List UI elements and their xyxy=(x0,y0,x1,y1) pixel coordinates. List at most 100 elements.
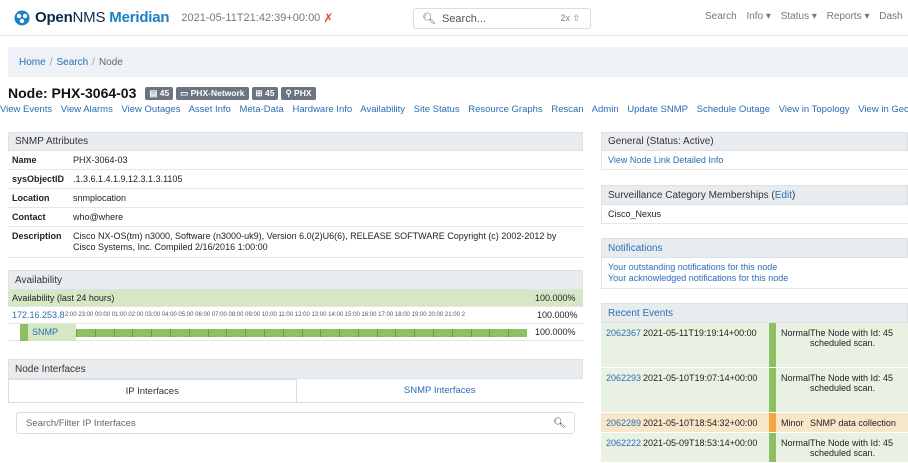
timeline-tick xyxy=(357,328,359,337)
notifications-body: Your outstanding notifications for this … xyxy=(601,258,908,289)
link-outstanding-notifications[interactable]: Your outstanding notifications for this … xyxy=(608,262,777,272)
nav-reports[interactable]: Reports ▾ xyxy=(827,11,870,22)
link-availability[interactable]: Availability xyxy=(360,104,405,115)
timeline-tick xyxy=(395,328,397,337)
search-shortcut-hint: 2x ⇧ xyxy=(560,13,580,23)
link-schedule-outage[interactable]: Schedule Outage xyxy=(697,104,770,115)
table-row: Location snmplocation xyxy=(8,188,583,208)
link-view-events[interactable]: View Events xyxy=(0,104,52,115)
event-severity: Normal xyxy=(769,368,810,412)
timeline-tick xyxy=(301,328,303,337)
timeline-tick xyxy=(169,328,171,337)
breadcrumb-home[interactable]: Home xyxy=(19,57,46,68)
event-row: 2062367 2021-05-11T19:19:14+00:00 Normal… xyxy=(601,323,908,368)
notifications-heading[interactable]: Notifications xyxy=(601,238,908,258)
event-time: 2021-05-10T18:54:32+00:00 xyxy=(643,418,758,428)
link-asset-info[interactable]: Asset Info xyxy=(189,104,231,115)
timeline-tick xyxy=(320,328,322,337)
recent-events-list: 2062367 2021-05-11T19:19:14+00:00 Normal… xyxy=(601,323,908,463)
link-admin[interactable]: Admin xyxy=(592,104,619,115)
opennms-logo-icon xyxy=(14,10,30,25)
timeline-tick xyxy=(376,328,378,337)
main-nav: Search Info ▾ Status ▾ Reports ▾ Dash xyxy=(705,11,908,22)
link-node-detailed-info[interactable]: View Node Link Detailed Info xyxy=(608,155,723,165)
event-id-link[interactable]: 2062222 xyxy=(601,433,643,462)
event-id-link[interactable]: 2062293 xyxy=(601,368,643,412)
nav-info[interactable]: Info ▾ xyxy=(746,11,770,22)
link-hardware-info[interactable]: Hardware Info xyxy=(292,104,352,115)
nav-status[interactable]: Status ▾ xyxy=(781,11,817,22)
right-column: General (Status: Active) View Node Link … xyxy=(601,132,908,463)
server-datetime: 2021-05-11T21:42:39+00:00 xyxy=(181,11,321,24)
event-severity: Normal xyxy=(769,323,810,367)
event-id-link[interactable]: 2062367 xyxy=(601,323,643,367)
service-snmp-link[interactable]: SNMP xyxy=(28,323,76,341)
node-interfaces-heading: Node Interfaces xyxy=(8,359,583,379)
interface-ip-link[interactable]: 172.16.253.8 xyxy=(8,310,65,320)
link-meta-data[interactable]: Meta-Data xyxy=(239,104,283,115)
table-row: sysObjectID .1.3.6.1.4.1.9.12.3.1.3.1105 xyxy=(8,169,583,189)
nav-search[interactable]: Search xyxy=(705,11,737,22)
breadcrumb-search[interactable]: Search xyxy=(56,57,88,68)
link-resource-graphs[interactable]: Resource Graphs xyxy=(468,104,542,115)
link-view-geograph[interactable]: View in Geograph xyxy=(858,104,908,115)
tab-ip-interfaces[interactable]: IP Interfaces xyxy=(8,379,297,402)
timeline-tick xyxy=(132,328,134,337)
event-row: 2062289 2021-05-10T18:54:32+00:00 Minor … xyxy=(601,413,908,433)
availability-interface-row: 172.16.253.8 2:00 23:00 00:00 01:00 02:0… xyxy=(8,307,583,324)
timeline-tick xyxy=(414,328,416,337)
link-view-topology[interactable]: View in Topology xyxy=(779,104,850,115)
left-column: SNMP Attributes Name PHX-3064-03 sysObjec… xyxy=(8,132,583,434)
breadcrumb-current: Node xyxy=(98,56,123,68)
timeline-tick xyxy=(245,328,247,337)
service-availability-value: 100.000% xyxy=(535,327,576,337)
table-row: Description Cisco NX-OS(tm) n3000, Softwa… xyxy=(8,226,583,258)
event-message: The Node with Id: 45 scheduled scan. xyxy=(810,328,894,348)
event-row: 2062222 2021-05-09T18:53:14+00:00 Normal… xyxy=(601,433,908,463)
table-row: Name PHX-3064-03 xyxy=(8,151,583,170)
timeline-tick xyxy=(433,328,435,337)
snmp-attributes-heading: SNMP Attributes xyxy=(8,132,583,151)
tab-snmp-interfaces[interactable]: SNMP Interfaces xyxy=(297,379,584,402)
recent-events-heading[interactable]: Recent Events xyxy=(601,303,908,323)
link-acknowledged-notifications[interactable]: Your acknowledged notifications for this… xyxy=(608,273,788,283)
timeline-tick xyxy=(282,328,284,337)
search-icon: 🔍︎ xyxy=(422,13,436,25)
event-id-link[interactable]: 2062289 xyxy=(601,413,643,432)
timeline-tick xyxy=(94,328,96,337)
search-placeholder: Search... xyxy=(441,12,486,25)
global-search-input[interactable]: 🔍︎ Search... 2x ⇧ xyxy=(413,8,591,29)
timeline-tick xyxy=(489,328,491,337)
brand-name: OpenNMS Meridian xyxy=(35,9,170,26)
foreign-source-badge: ▭ PHX-Network xyxy=(176,86,249,100)
link-view-outages[interactable]: View Outages xyxy=(121,104,180,115)
timeline-tick xyxy=(151,328,153,337)
search-icon[interactable]: 🔍︎ xyxy=(553,418,566,429)
availability-summary-value: 100.000% xyxy=(535,293,576,303)
timeline-tick xyxy=(339,328,341,337)
event-message: SNMP data collection xyxy=(810,418,896,428)
event-row: 2062293 2021-05-10T19:07:14+00:00 Normal… xyxy=(601,368,908,413)
node-actions: View Events View Alarms View Outages Ass… xyxy=(0,104,908,115)
availability-heading: Availability xyxy=(8,270,583,290)
nav-dashboards[interactable]: Dash xyxy=(879,11,902,22)
link-rescan[interactable]: Rescan xyxy=(551,104,583,115)
location-badge: ⚲ PHX xyxy=(281,86,316,100)
link-site-status[interactable]: Site Status xyxy=(414,104,460,115)
timeline-tick xyxy=(188,328,190,337)
notifications-off-icon[interactable]: ✗ xyxy=(323,11,333,25)
availability-summary-row: Availability (last 24 hours) 100.000% xyxy=(8,290,583,307)
node-header: Node: PHX-3064-03 ▤ 45 ▭ PHX-Network ⊞ 4… xyxy=(8,85,319,101)
brand-logo[interactable]: OpenNMS Meridian xyxy=(14,9,170,26)
link-update-snmp[interactable]: Update SNMP xyxy=(627,104,688,115)
breadcrumb: Home / Search / Node xyxy=(8,47,908,77)
service-status-indicator xyxy=(20,323,28,341)
link-view-alarms[interactable]: View Alarms xyxy=(61,104,113,115)
filter-placeholder: Search/Filter IP Interfaces xyxy=(26,417,136,429)
link-edit-surveillance[interactable]: Edit xyxy=(775,190,792,201)
general-body: View Node Link Detailed Info xyxy=(601,151,908,170)
event-time: 2021-05-09T18:53:14+00:00 xyxy=(643,438,758,448)
event-severity: Normal xyxy=(769,433,810,462)
event-time: 2021-05-11T19:19:14+00:00 xyxy=(643,328,757,338)
ip-interfaces-filter-input[interactable]: Search/Filter IP Interfaces 🔍︎ xyxy=(16,412,575,434)
